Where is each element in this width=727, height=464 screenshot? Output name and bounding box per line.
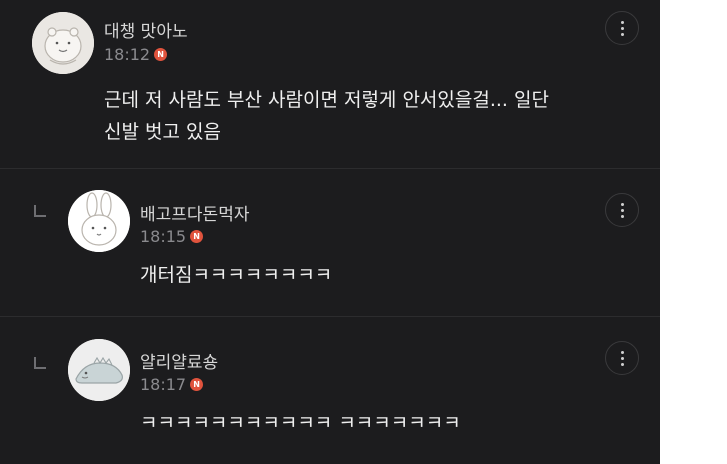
more-vertical-icon bbox=[620, 202, 624, 218]
comment-list: 대챙 맛아노 18:12 N 근데 저 사람도 부산 사람이면 저렇게 안서있을… bbox=[0, 0, 660, 464]
comment-meta: 18:12 N bbox=[104, 45, 168, 64]
comment-time: 18:12 bbox=[104, 45, 151, 64]
reply-arrow-icon bbox=[34, 357, 46, 369]
rabbit-avatar-icon bbox=[68, 190, 130, 252]
comment-text-line: 신발 벗고 있음 bbox=[104, 121, 221, 143]
comment-item: 대챙 맛아노 18:12 N 근데 저 사람도 부산 사람이면 저렇게 안서있을… bbox=[0, 0, 660, 168]
comment-text-line: 근데 저 사람도 부산 사람이면 저렇게 안서있을걸... 일단 bbox=[104, 89, 549, 111]
new-badge-icon: N bbox=[190, 230, 204, 243]
more-options-button[interactable] bbox=[605, 11, 639, 45]
more-vertical-icon bbox=[620, 20, 624, 36]
comment-meta: 18:15 N bbox=[140, 227, 204, 246]
new-badge-icon: N bbox=[190, 378, 204, 391]
comment-text-line: ㅋㅋㅋㅋㅋㅋㅋㅋㅋㅋㅋ ㅋㅋㅋㅋㅋㅋㅋ bbox=[140, 412, 461, 434]
avatar[interactable] bbox=[32, 12, 94, 74]
avatar[interactable] bbox=[68, 339, 130, 401]
comment-author[interactable]: 배고프다돈먹자 bbox=[140, 200, 249, 225]
reply-item: 배고프다돈먹자 18:15 N 개터짐ㅋㅋㅋㅋㅋㅋㅋㅋ bbox=[0, 169, 660, 316]
comment-time: 18:17 bbox=[140, 375, 187, 394]
comment-author[interactable]: 대챙 맛아노 bbox=[104, 17, 188, 42]
reply-arrow-icon bbox=[34, 205, 46, 217]
more-vertical-icon bbox=[620, 350, 624, 366]
comment-text: 개터짐ㅋㅋㅋㅋㅋㅋㅋㅋ bbox=[140, 259, 332, 291]
comment-time: 18:15 bbox=[140, 227, 187, 246]
reply-item: 얄리얄료숑 18:17 N ㅋㅋㅋㅋㅋㅋㅋㅋㅋㅋㅋ ㅋㅋㅋㅋㅋㅋㅋ bbox=[0, 317, 660, 464]
comment-text-line: 개터짐ㅋㅋㅋㅋㅋㅋㅋㅋ bbox=[140, 264, 333, 286]
new-badge-icon: N bbox=[154, 48, 168, 61]
comment-author[interactable]: 얄리얄료숑 bbox=[140, 348, 218, 373]
more-options-button[interactable] bbox=[605, 341, 639, 375]
dinosaur-avatar-icon bbox=[68, 339, 130, 401]
hippo-avatar-icon bbox=[32, 12, 94, 74]
comment-text: ㅋㅋㅋㅋㅋㅋㅋㅋㅋㅋㅋ ㅋㅋㅋㅋㅋㅋㅋ bbox=[140, 407, 461, 439]
avatar[interactable] bbox=[68, 190, 130, 252]
comment-meta: 18:17 N bbox=[140, 375, 204, 394]
more-options-button[interactable] bbox=[605, 193, 639, 227]
comment-text: 근데 저 사람도 부산 사람이면 저렇게 안서있을걸... 일단 신발 벗고 있… bbox=[104, 84, 549, 148]
